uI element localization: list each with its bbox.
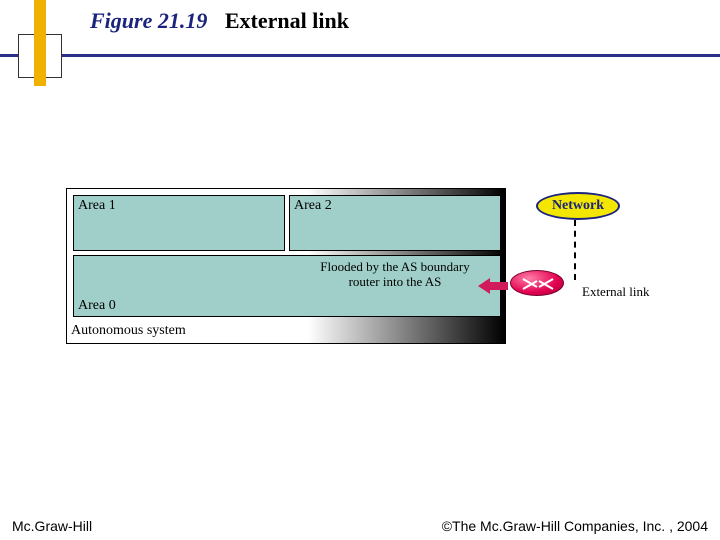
- diagram: Area 1 Area 2 Area 0 Flooded by the AS b…: [66, 188, 658, 358]
- figure-title: Figure 21.19 External link: [90, 8, 349, 34]
- area-0-label: Area 0: [78, 298, 116, 314]
- external-link-label: External link: [582, 284, 650, 300]
- autonomous-system-box: Area 1 Area 2 Area 0 Flooded by the AS b…: [66, 188, 506, 344]
- area-1-label: Area 1: [78, 198, 116, 214]
- arrow-head: [478, 278, 490, 294]
- network-node: Network: [536, 192, 620, 220]
- router-arrows-icon: [517, 275, 559, 293]
- corner-bar-decor: [34, 0, 46, 86]
- autonomous-system-label: Autonomous system: [71, 323, 186, 339]
- figure-caption: External link: [225, 8, 349, 33]
- router-icon: [510, 270, 564, 296]
- area-0-box: Area 0 Flooded by the AS boundary router…: [73, 255, 501, 317]
- external-link-line: [574, 220, 576, 280]
- area-1-box: Area 1: [73, 195, 285, 251]
- title-underline: [0, 54, 720, 57]
- figure-number: Figure 21.19: [90, 8, 207, 33]
- network-label: Network: [552, 198, 604, 214]
- flood-text: Flooded by the AS boundary router into t…: [310, 260, 480, 290]
- slide: Figure 21.19 External link Area 1 Area 2…: [0, 0, 720, 540]
- arrow-shaft: [490, 282, 508, 290]
- footer-left: Mc.Graw-Hill: [12, 518, 92, 534]
- arrow-left-icon: [478, 278, 508, 294]
- area-2-box: Area 2: [289, 195, 501, 251]
- footer-right: ©The Mc.Graw-Hill Companies, Inc. , 2004: [442, 518, 708, 534]
- area-2-label: Area 2: [294, 198, 332, 214]
